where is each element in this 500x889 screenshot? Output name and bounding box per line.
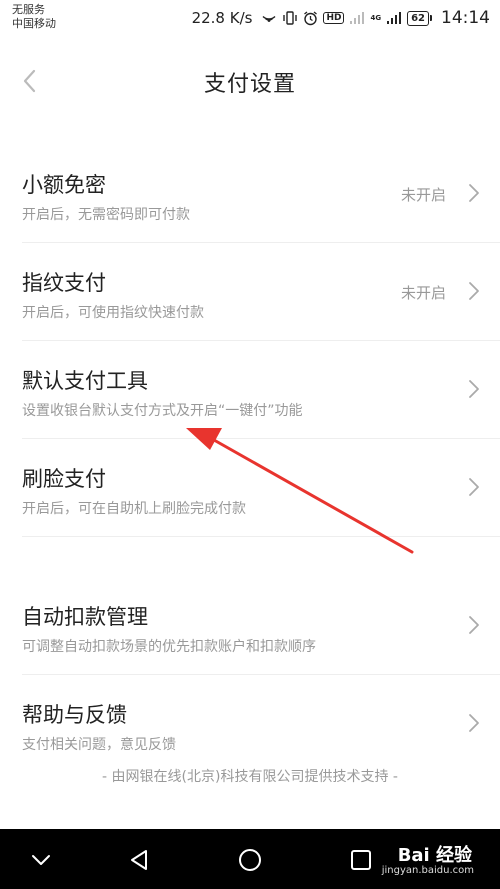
status-bar: 无服务 中国移动 22.8 K/s HD 4G 62 14:14 [0,0,500,36]
nav-back-button[interactable] [122,843,156,877]
back-triangle-icon [131,850,147,870]
settings-list: 小额免密 开启后，无需密码即可付款 未开启 指纹支付 开启后，可使用指纹快速付款… [0,145,500,755]
setting-title: 默认支付工具 [22,369,148,393]
setting-row-fingerprint-pay[interactable]: 指纹支付 开启后，可使用指纹快速付款 未开启 [22,243,500,341]
setting-title: 自动扣款管理 [22,605,148,629]
setting-row-default-pay-tool[interactable]: 默认支付工具 设置收银台默认支付方式及开启“一键付”功能 [22,341,500,439]
clock: 14:14 [441,8,490,28]
setting-subtitle: 支付相关问题，意见反馈 [22,737,176,753]
setting-row-small-amount-nopin[interactable]: 小额免密 开启后，无需密码即可付款 未开启 [22,145,500,243]
chevron-right-icon [469,282,479,300]
hotspot-icon [261,11,277,25]
home-circle-icon [239,849,261,871]
setting-title: 指纹支付 [22,271,106,295]
setting-subtitle: 开启后，可在自助机上刷脸完成付款 [22,501,246,517]
chevron-right-icon [469,478,479,496]
carrier-line-1: 无服务 [12,3,45,16]
setting-row-face-pay[interactable]: 刷脸支付 开启后，可在自助机上刷脸完成付款 [22,439,500,537]
vibrate-icon [282,11,298,25]
chevron-right-icon [469,184,479,202]
system-nav-bar: Bai 经验 jingyan.baidu.com [0,829,500,889]
footer-credit: - 由网银在线(北京)科技有限公司提供技术支持 - [102,769,398,785]
recents-square-icon [351,850,371,870]
setting-title: 刷脸支付 [22,467,106,491]
setting-title: 小额免密 [22,173,106,197]
page-title: 支付设置 [203,72,296,97]
setting-title: 帮助与反馈 [22,703,127,727]
watermark-url: jingyan.baidu.com [381,865,474,876]
chevron-right-icon [469,714,479,732]
nav-recents-button[interactable] [344,843,378,877]
page-header: 支付设置 [0,56,500,106]
signal-off-icon [349,11,365,25]
signal-icon [386,11,402,25]
net-speed: 22.8 K/s [191,9,253,27]
battery-level: 62 [407,10,429,26]
status-icons: 22.8 K/s HD 4G 62 14:14 [192,5,490,31]
setting-subtitle: 开启后，可使用指纹快速付款 [22,305,204,321]
setting-status: 未开启 [400,284,446,302]
setting-row-help-feedback[interactable]: 帮助与反馈 支付相关问题，意见反馈 [22,675,500,755]
chevron-down-icon [32,855,50,865]
carrier-info: 无服务 中国移动 [12,3,56,31]
setting-row-auto-debit[interactable]: 自动扣款管理 可调整自动扣款场景的优先扣款账户和扣款顺序 [22,577,500,675]
chevron-right-icon [469,616,479,634]
battery-indicator: 62 [407,10,432,26]
watermark-logo: Bai 经验 [397,845,472,866]
chevron-right-icon [469,380,479,398]
setting-subtitle: 设置收银台默认支付方式及开启“一键付”功能 [22,403,303,419]
battery-nub [430,15,432,21]
network-type-label: 4G [370,13,382,22]
setting-subtitle: 可调整自动扣款场景的优先扣款账户和扣款顺序 [22,639,316,655]
carrier-line-2: 中国移动 [12,17,56,30]
setting-subtitle: 开启后，无需密码即可付款 [22,207,190,223]
nav-collapse-button[interactable] [24,843,58,877]
hd-badge: HD [323,12,345,24]
nav-home-button[interactable] [233,843,267,877]
alarm-icon [303,10,318,26]
setting-status: 未开启 [400,186,446,204]
